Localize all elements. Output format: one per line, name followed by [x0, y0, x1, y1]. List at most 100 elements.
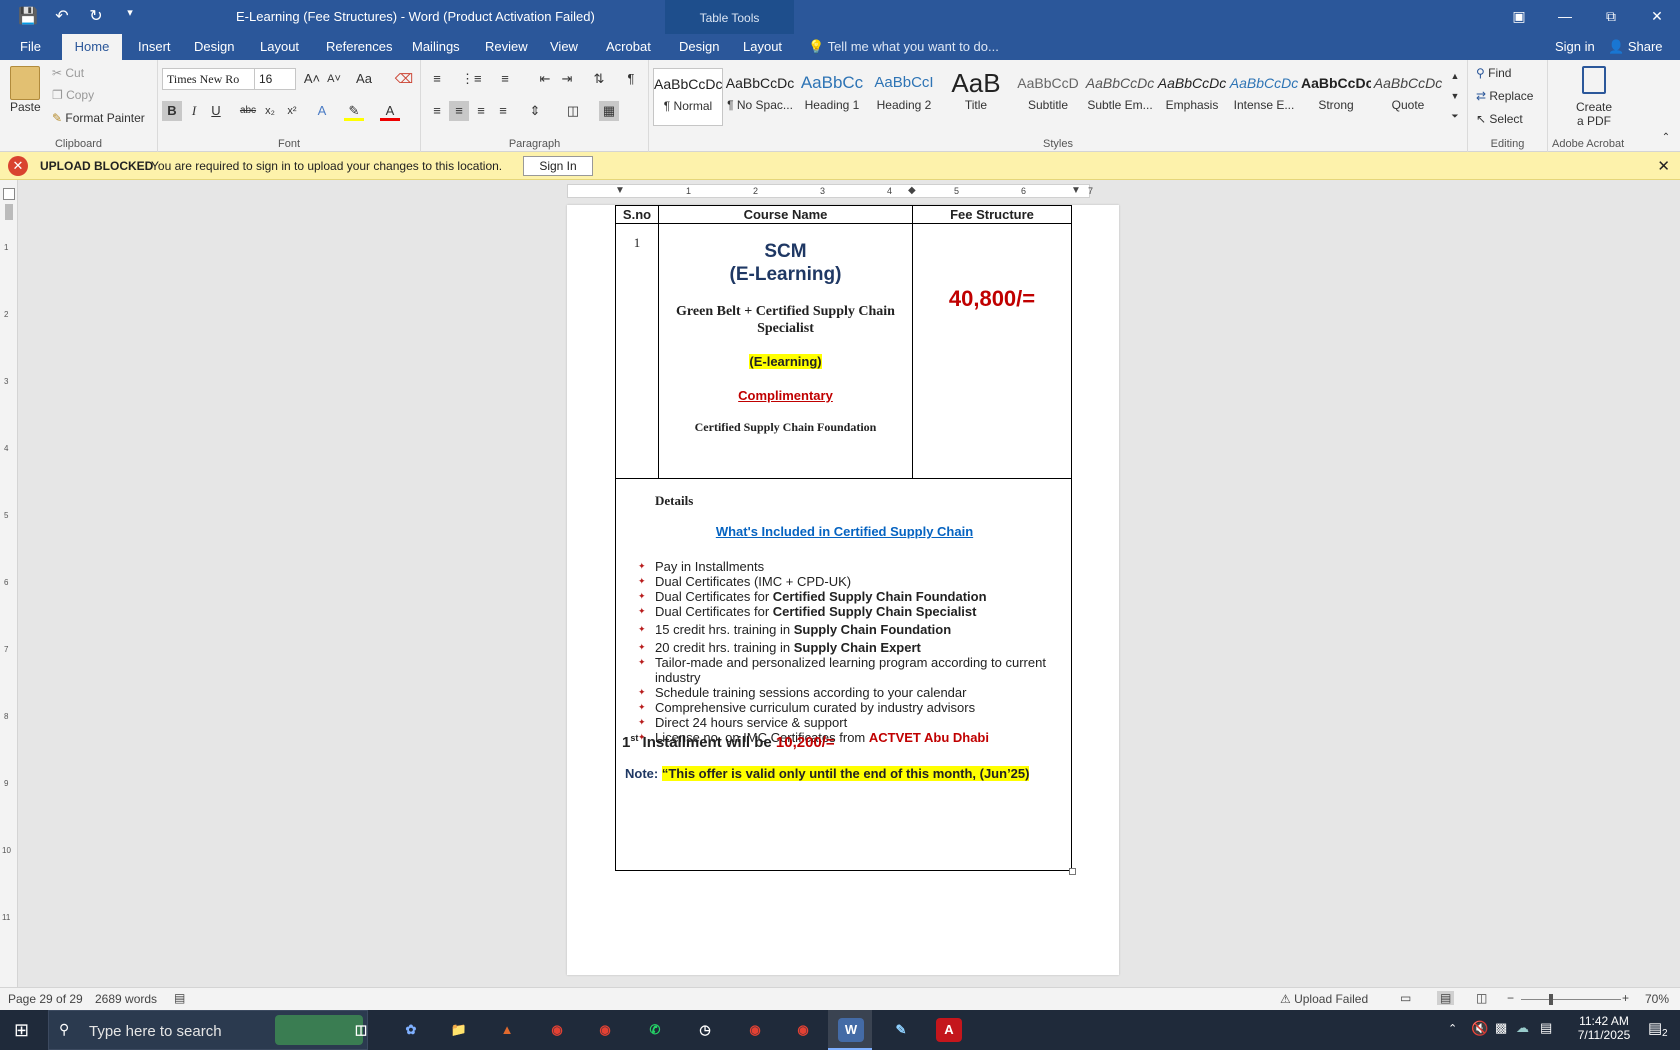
tab-insert[interactable]: Insert	[128, 34, 181, 60]
volume-mute-icon[interactable]: 🔇	[1471, 1020, 1488, 1037]
whatsapp-icon[interactable]: ✆	[642, 1018, 668, 1042]
style-subtle-emphasis[interactable]: AaBbCcDc Subtle Em...	[1085, 68, 1155, 126]
tab-review[interactable]: Review	[475, 34, 538, 60]
windows-start-icon[interactable]: ⊞	[14, 1020, 29, 1041]
clock[interactable]: 11:42 AM 7/11/2025	[1568, 1014, 1640, 1042]
tab-file[interactable]: File	[10, 34, 51, 60]
tab-table-design[interactable]: Design	[669, 34, 729, 60]
cell-sno[interactable]: 1	[616, 223, 659, 478]
decrease-indent-icon[interactable]: ⇤	[535, 69, 555, 89]
style-heading-2[interactable]: AaBbCcI Heading 2	[869, 68, 939, 126]
paste-icon[interactable]	[10, 66, 40, 100]
zoom-out-icon[interactable]: −	[1507, 991, 1514, 1005]
find-button[interactable]: ⚲ Find	[1476, 66, 1511, 80]
tab-home[interactable]: Home	[62, 34, 122, 60]
network-icon[interactable]: ▤	[1540, 1020, 1552, 1036]
ribbon-display-icon[interactable]: ▣	[1496, 0, 1542, 32]
restore-icon[interactable]: ⧉	[1588, 0, 1634, 32]
collapse-ribbon-icon[interactable]: ⌃	[1656, 128, 1676, 148]
shading-icon[interactable]: ◫	[563, 101, 583, 121]
paste-button[interactable]: Paste	[10, 100, 41, 114]
zoom-level[interactable]: 70%	[1645, 992, 1669, 1006]
table-resize-handle[interactable]	[1069, 868, 1076, 875]
grow-font-icon[interactable]: A˄	[302, 69, 322, 89]
format-painter-button[interactable]: ✎ Format Painter	[52, 111, 145, 125]
right-indent-marker[interactable]: ▼	[1071, 185, 1081, 196]
chrome-icon[interactable]: ◉	[592, 1018, 618, 1042]
copilot-icon[interactable]: ✿	[398, 1018, 424, 1042]
font-name-box[interactable]: Times New Ro	[162, 68, 256, 90]
bold-button[interactable]: B	[162, 101, 182, 121]
styles-scroll-down-icon[interactable]: ▼	[1445, 86, 1465, 106]
text-effects-icon[interactable]: A	[312, 101, 332, 121]
justify-icon[interactable]: ≡	[493, 101, 513, 121]
tab-mailings[interactable]: Mailings	[402, 34, 470, 60]
left-indent-marker[interactable]: ▼	[615, 185, 625, 196]
bullets-icon[interactable]: ≡	[427, 69, 447, 89]
align-left-icon[interactable]: ≡	[427, 101, 447, 121]
superscript-icon[interactable]: x²	[282, 101, 302, 121]
message-sign-in-button[interactable]: Sign In	[523, 156, 593, 176]
word-count[interactable]: 2689 words	[95, 992, 157, 1006]
style-heading-1[interactable]: AaBbCc Heading 1	[797, 68, 867, 126]
acrobat-icon[interactable]: A	[936, 1018, 962, 1042]
style-title[interactable]: AaB Title	[941, 68, 1011, 126]
replace-button[interactable]: ⇄ Replace	[1476, 89, 1533, 103]
style-no-spacing[interactable]: AaBbCcDc ¶ No Spac...	[725, 68, 795, 126]
line-spacing-icon[interactable]: ⇕	[525, 101, 545, 121]
web-layout-icon[interactable]: ◫	[1476, 991, 1487, 1005]
document-page[interactable]: S.no Course Name Fee Structure 1 SCM (E-…	[567, 205, 1119, 975]
select-button[interactable]: ↖ Select	[1476, 112, 1523, 126]
tab-view[interactable]: View	[540, 34, 588, 60]
chrome-icon[interactable]: ◉	[742, 1018, 768, 1042]
redo-icon[interactable]: ↻	[86, 6, 106, 26]
sign-in-link[interactable]: Sign in	[1555, 34, 1595, 60]
shrink-font-icon[interactable]: A˅	[324, 69, 344, 89]
cell-course[interactable]: SCM (E-Learning) Green Belt + Certified …	[659, 223, 913, 478]
zoom-slider-thumb[interactable]	[1549, 994, 1553, 1005]
subscript-icon[interactable]: x₂	[260, 101, 280, 121]
chrome-icon[interactable]: ◉	[544, 1018, 570, 1042]
zoom-slider-track[interactable]	[1521, 999, 1621, 1000]
upload-status[interactable]: ⚠ Upload Failed	[1280, 992, 1368, 1006]
onedrive-icon[interactable]: ☁	[1516, 1020, 1529, 1036]
close-icon[interactable]: ✕	[1634, 0, 1680, 32]
strikethrough-icon[interactable]: abc	[238, 101, 258, 121]
app-icon[interactable]: ▲	[494, 1018, 520, 1042]
task-view-icon[interactable]: ◫	[348, 1018, 374, 1042]
copy-button[interactable]: ❐ Copy	[52, 88, 94, 102]
save-icon[interactable]: 💾	[18, 6, 38, 26]
clock-icon[interactable]: ◷	[692, 1018, 718, 1042]
cell-fee[interactable]: 40,800/=	[913, 223, 1071, 478]
share-button[interactable]: 👤 Share	[1608, 34, 1663, 60]
pilcrow-icon[interactable]: ¶	[621, 69, 641, 89]
sort-icon[interactable]: ⇅	[589, 69, 609, 89]
taskbar-search[interactable]: ⚲ Type here to search	[48, 1010, 368, 1050]
whats-included-link[interactable]: What's Included in Certified Supply Chai…	[616, 524, 1073, 539]
style-subtitle[interactable]: AaBbCcD Subtitle	[1013, 68, 1083, 126]
style-quote[interactable]: AaBbCcDc Quote	[1373, 68, 1443, 126]
clear-format-icon[interactable]: ⌫	[394, 69, 414, 89]
style-intense-emphasis[interactable]: AaBbCcDc Intense E...	[1229, 68, 1299, 126]
read-mode-icon[interactable]: ▭	[1400, 991, 1411, 1005]
styles-more-icon[interactable]: ⏷	[1445, 106, 1465, 126]
create-pdf-button[interactable]: Create a PDF	[1570, 100, 1618, 128]
tab-table-layout[interactable]: Layout	[733, 34, 792, 60]
cut-button[interactable]: ✂ Cut	[52, 66, 84, 80]
font-size-box[interactable]: 16	[254, 68, 296, 90]
borders-icon[interactable]: ▦	[599, 101, 619, 121]
change-case-icon[interactable]: Aa	[354, 69, 374, 89]
print-layout-icon[interactable]: ▤	[1437, 991, 1455, 1005]
tell-me-search[interactable]: 💡 Tell me what you want to do...	[808, 34, 999, 60]
chrome-icon[interactable]: ◉	[790, 1018, 816, 1042]
underline-button[interactable]: U	[206, 101, 226, 121]
notification-icon[interactable]: ▤	[1648, 1019, 1662, 1037]
tab-references[interactable]: References	[316, 34, 402, 60]
tab-acrobat[interactable]: Acrobat	[596, 34, 661, 60]
align-right-icon[interactable]: ≡	[471, 101, 491, 121]
undo-icon[interactable]: ↶	[52, 6, 72, 26]
show-hidden-icons[interactable]: ⌃	[1448, 1022, 1457, 1035]
multilevel-list-icon[interactable]: ≡	[495, 69, 515, 89]
customize-qat-icon[interactable]: ▾	[120, 6, 140, 26]
numbering-icon[interactable]: ⋮≡	[461, 69, 482, 89]
